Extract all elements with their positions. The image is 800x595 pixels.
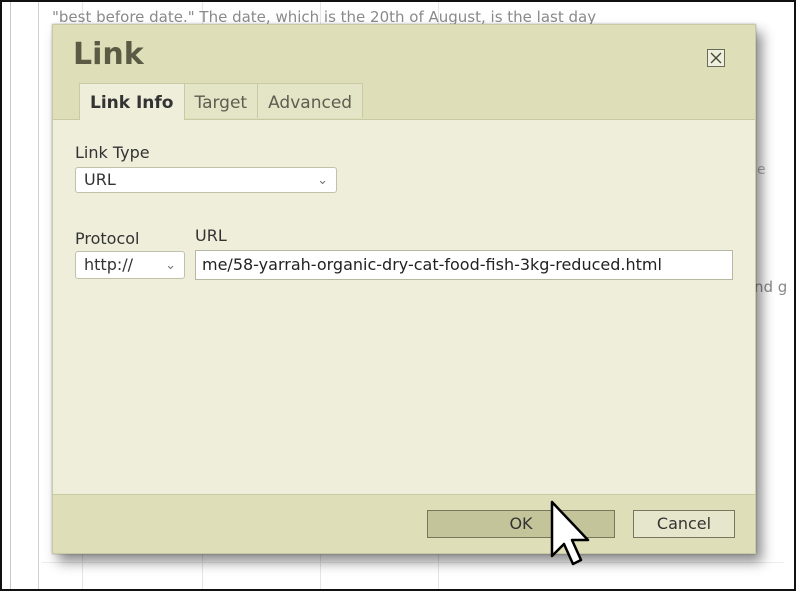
chevron-down-icon: ⌄ (165, 258, 176, 273)
close-icon[interactable] (707, 49, 725, 67)
background-text-fragment: e (757, 162, 766, 178)
tab-target[interactable]: Target (183, 83, 259, 118)
link-dialog: Link Link Info Target Advanced Link Type… (52, 24, 756, 554)
table-line (42, 562, 784, 563)
protocol-label: Protocol (75, 229, 140, 248)
dialog-header: Link Link Info Target Advanced (53, 25, 755, 120)
link-type-label: Link Type (75, 143, 150, 162)
page-border-line (10, 2, 11, 589)
dialog-title: Link (73, 37, 144, 72)
protocol-select[interactable]: http:// ⌄ (75, 251, 185, 279)
chevron-down-icon: ⌄ (317, 173, 328, 188)
url-input[interactable]: me/58-yarrah-organic-dry-cat-food-fish-3… (195, 250, 733, 280)
tab-bar: Link Info Target Advanced (79, 83, 364, 120)
page-gutter-line (38, 2, 39, 589)
tab-link-info[interactable]: Link Info (79, 83, 185, 120)
background-text-fragment: nd g (754, 278, 788, 296)
dialog-footer: OK Cancel (53, 494, 755, 553)
tab-advanced[interactable]: Advanced (257, 83, 364, 118)
cancel-button[interactable]: Cancel (633, 510, 735, 538)
mouse-pointer-icon (550, 500, 590, 584)
link-type-select[interactable]: URL ⌄ (75, 167, 337, 193)
protocol-value: http:// (84, 255, 134, 274)
link-type-value: URL (84, 170, 116, 189)
url-label: URL (195, 226, 227, 245)
